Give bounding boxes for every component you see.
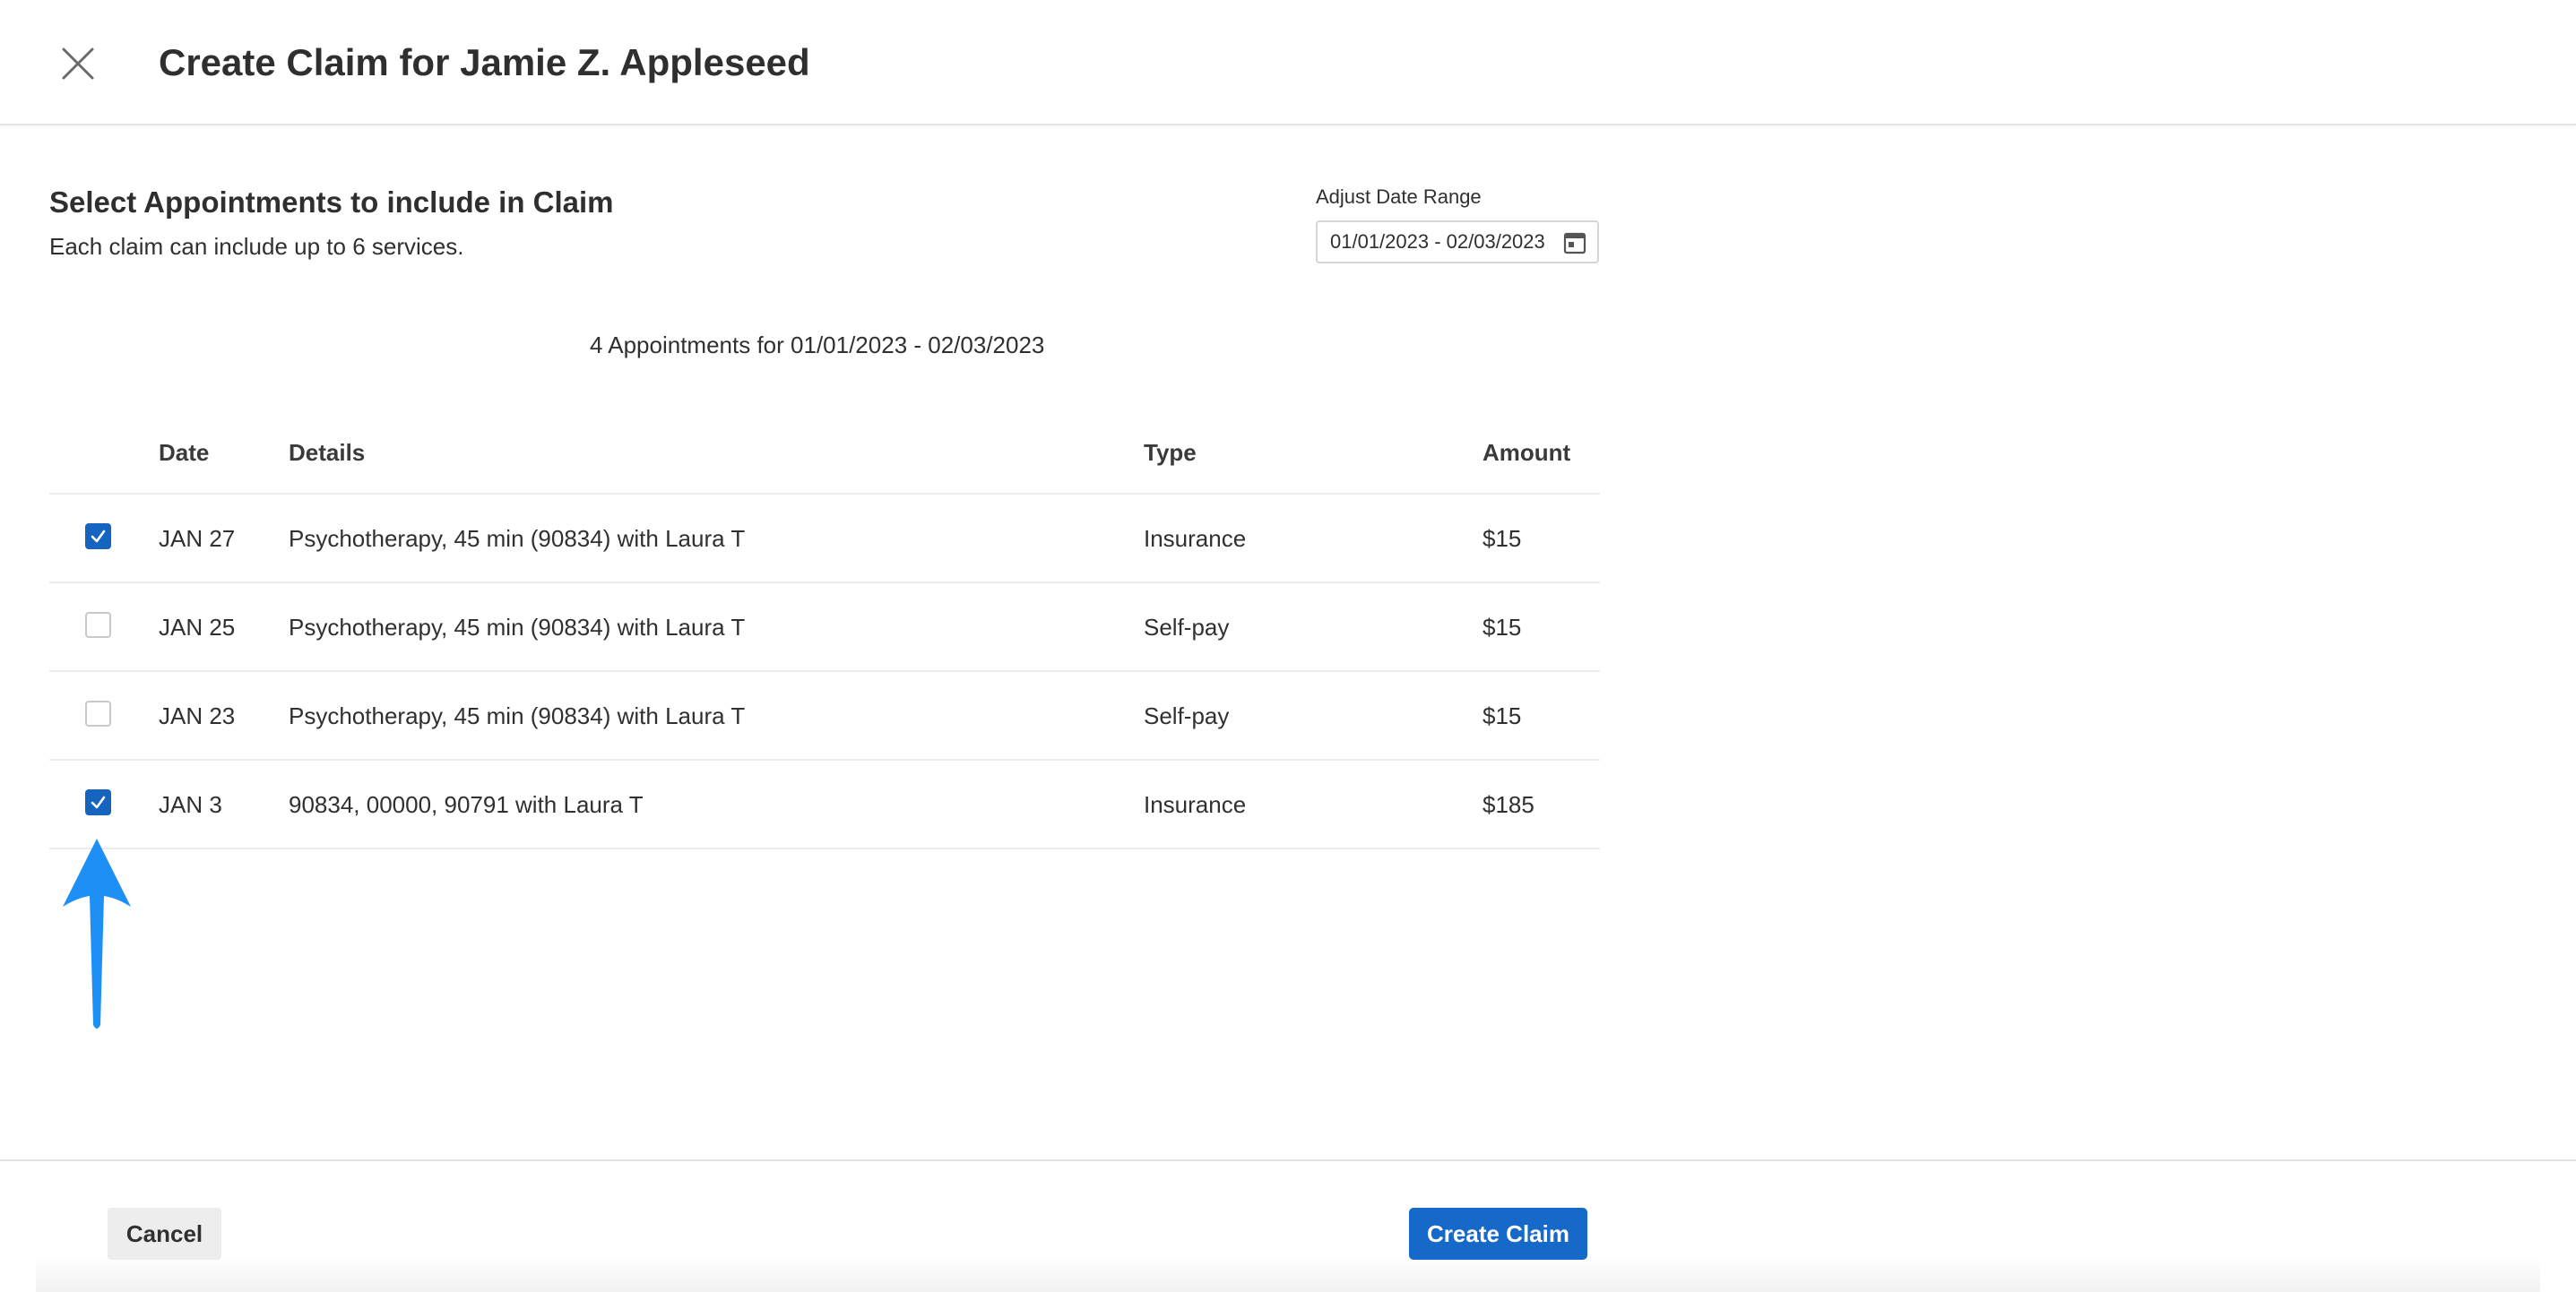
row-amount: $15 — [1482, 525, 1522, 552]
modal-header: Create Claim for Jamie Z. Appleseed — [0, 0, 2576, 125]
cancel-button[interactable]: Cancel — [108, 1208, 221, 1260]
check-icon — [91, 796, 106, 809]
row-details: Psychotherapy, 45 min (90834) with Laura… — [289, 702, 746, 729]
row-date: JAN 23 — [159, 702, 236, 729]
row-amount: $185 — [1482, 791, 1534, 818]
row-checkbox[interactable] — [85, 612, 111, 638]
column-header-amount: Amount — [1482, 439, 1571, 466]
date-range-input[interactable]: 01/01/2023 - 02/03/2023 — [1316, 220, 1599, 263]
row-details: 90834, 00000, 90791 with Laura T — [289, 791, 644, 818]
date-range-label: Adjust Date Range — [1316, 185, 1482, 208]
row-checkbox[interactable] — [85, 789, 111, 815]
column-header-date: Date — [159, 439, 210, 466]
modal-footer: Cancel Create Claim — [0, 1159, 2576, 1292]
column-header-details: Details — [289, 439, 366, 466]
row-checkbox[interactable] — [85, 701, 111, 727]
appointments-summary: 4 Appointments for 01/01/2023 - 02/03/20… — [590, 332, 1045, 358]
row-type: Insurance — [1144, 791, 1247, 818]
close-button[interactable] — [56, 41, 100, 86]
section-title: Select Appointments to include in Claim — [49, 185, 614, 219]
row-date: JAN 3 — [159, 791, 222, 818]
row-type: Self-pay — [1144, 614, 1230, 641]
section-subtitle: Each claim can include up to 6 services. — [49, 233, 464, 260]
row-amount: $15 — [1482, 614, 1522, 641]
row-details: Psychotherapy, 45 min (90834) with Laura… — [289, 525, 746, 552]
row-date: JAN 25 — [159, 614, 236, 641]
table-header: Date Details Type Amount — [49, 421, 1600, 495]
arrow-up-icon — [63, 839, 131, 1029]
table-row[interactable]: JAN 23 Psychotherapy, 45 min (90834) wit… — [49, 672, 1600, 761]
check-icon — [91, 530, 106, 543]
column-header-type: Type — [1144, 439, 1197, 466]
date-range-value: 01/01/2023 - 02/03/2023 — [1330, 230, 1545, 253]
row-checkbox[interactable] — [85, 523, 111, 549]
table-row[interactable]: JAN 25 Psychotherapy, 45 min (90834) wit… — [49, 583, 1600, 672]
table-row[interactable]: JAN 27 Psychotherapy, 45 min (90834) wit… — [49, 495, 1600, 583]
close-icon — [62, 47, 94, 80]
calendar-icon[interactable] — [1563, 231, 1586, 254]
row-amount: $15 — [1482, 702, 1522, 729]
row-type: Self-pay — [1144, 702, 1230, 729]
footer-shadow — [36, 1256, 2540, 1292]
row-details: Psychotherapy, 45 min (90834) with Laura… — [289, 614, 746, 641]
table-row[interactable]: JAN 3 90834, 00000, 90791 with Laura T I… — [49, 761, 1600, 849]
row-type: Insurance — [1144, 525, 1247, 552]
row-date: JAN 27 — [159, 525, 236, 552]
page-title: Create Claim for Jamie Z. Appleseed — [159, 41, 810, 83]
create-claim-button[interactable]: Create Claim — [1409, 1208, 1587, 1260]
